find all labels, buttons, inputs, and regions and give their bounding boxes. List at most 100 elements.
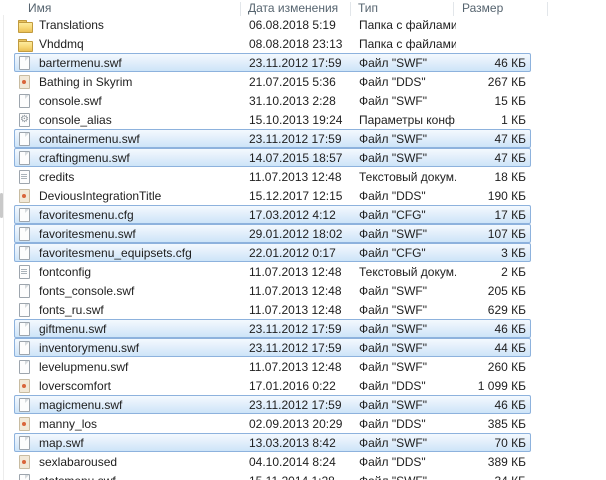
file-size: 389 КБ <box>456 455 532 469</box>
file-date-modified: 13.03.2013 8:42 <box>249 436 359 450</box>
file-type: Файл "DDS" <box>359 189 456 203</box>
file-type: Параметры конф... <box>359 113 456 127</box>
folder-icon <box>17 17 33 33</box>
file-size: 47 КБ <box>456 132 532 146</box>
text-icon <box>17 264 33 280</box>
file-type: Текстовый докум... <box>359 170 456 184</box>
column-header-name[interactable]: Имя <box>28 1 51 15</box>
text-icon <box>17 169 33 185</box>
table-row[interactable]: containermenu.swf 23.11.2012 17:59 Файл … <box>14 129 531 148</box>
table-row[interactable]: statsmenu.swf 15.11.2014 1:28 Файл "SWF"… <box>14 471 531 480</box>
table-row[interactable]: loverscomfort 17.01.2016 0:22 Файл "DDS"… <box>14 376 531 395</box>
file-date-modified: 11.07.2013 12:48 <box>249 170 359 184</box>
table-row[interactable]: levelupmenu.swf 11.07.2013 12:48 Файл "S… <box>14 357 531 376</box>
table-row[interactable]: DeviousIntegrationTitle 15.12.2017 12:15… <box>14 186 531 205</box>
table-row[interactable]: inventorymenu.swf 23.11.2012 17:59 Файл … <box>14 338 531 357</box>
file-size: 385 КБ <box>456 417 532 431</box>
file-size: 70 КБ <box>456 436 532 450</box>
file-name: favoritesmenu_equipsets.cfg <box>39 246 249 260</box>
file-type: Файл "SWF" <box>359 398 456 412</box>
file-size: 3 КБ <box>456 246 532 260</box>
table-row[interactable]: fonts_console.swf 11.07.2013 12:48 Файл … <box>14 281 531 300</box>
file-size: 260 КБ <box>456 360 532 374</box>
table-row[interactable]: Translations 06.08.2018 5:19 Папка с фай… <box>14 15 531 34</box>
dds-icon <box>17 74 33 90</box>
file-name: map.swf <box>39 436 249 450</box>
file-type: Файл "DDS" <box>359 75 456 89</box>
file-type: Файл "SWF" <box>359 227 456 241</box>
file-size: 267 КБ <box>456 75 532 89</box>
column-separator[interactable] <box>350 2 351 16</box>
column-headers: Имя Дата изменения Тип Размер <box>0 0 606 15</box>
file-name: inventorymenu.swf <box>39 341 249 355</box>
table-row[interactable]: Bathing in Skyrim 21.07.2015 5:36 Файл "… <box>14 72 531 91</box>
file-type: Файл "SWF" <box>359 436 456 450</box>
file-type: Файл "DDS" <box>359 417 456 431</box>
file-date-modified: 11.07.2013 12:48 <box>249 360 359 374</box>
file-name: levelupmenu.swf <box>39 360 249 374</box>
file-type: Файл "SWF" <box>359 303 456 317</box>
table-row[interactable]: Vhddmq 08.08.2018 23:13 Папка с файлами <box>14 34 531 53</box>
table-row[interactable]: fonts_ru.swf 11.07.2013 12:48 Файл "SWF"… <box>14 300 531 319</box>
table-row[interactable]: manny_los 02.09.2013 20:29 Файл "DDS" 38… <box>14 414 531 433</box>
config-icon <box>17 112 33 128</box>
file-size: 1 КБ <box>456 113 532 127</box>
file-name: bartermenu.swf <box>39 56 249 70</box>
table-row[interactable]: console_alias 15.10.2013 19:24 Параметры… <box>14 110 531 129</box>
dds-icon <box>17 416 33 432</box>
file-size: 44 КБ <box>456 341 532 355</box>
file-type: Файл "DDS" <box>359 379 456 393</box>
file-size: 190 КБ <box>456 189 532 203</box>
file-date-modified: 06.08.2018 5:19 <box>249 18 359 32</box>
column-separator[interactable] <box>547 2 548 16</box>
column-separator[interactable] <box>240 2 241 16</box>
column-header-size[interactable]: Размер <box>462 1 503 15</box>
file-icon <box>17 302 33 318</box>
file-name: loverscomfort <box>39 379 249 393</box>
file-date-modified: 08.08.2018 23:13 <box>249 37 359 51</box>
file-name: statsmenu.swf <box>39 474 249 480</box>
file-name: magicmenu.swf <box>39 398 249 412</box>
file-name: containermenu.swf <box>39 132 249 146</box>
table-row[interactable]: map.swf 13.03.2013 8:42 Файл "SWF" 70 КБ <box>14 433 531 452</box>
file-name: sexlabaroused <box>39 455 249 469</box>
table-row[interactable]: sexlabaroused 04.10.2014 8:24 Файл "DDS"… <box>14 452 531 471</box>
file-date-modified: 17.03.2012 4:12 <box>249 208 359 222</box>
file-icon <box>17 55 33 71</box>
file-icon <box>17 150 33 166</box>
table-row[interactable]: console.swf 31.10.2013 2:28 Файл "SWF" 1… <box>14 91 531 110</box>
file-date-modified: 23.11.2012 17:59 <box>249 341 359 355</box>
table-row[interactable]: favoritesmenu.cfg 17.03.2012 4:12 Файл "… <box>14 205 531 224</box>
table-row[interactable]: giftmenu.swf 23.11.2012 17:59 Файл "SWF"… <box>14 319 531 338</box>
table-row[interactable]: magicmenu.swf 23.11.2012 17:59 Файл "SWF… <box>14 395 531 414</box>
column-separator[interactable] <box>453 2 454 16</box>
file-date-modified: 23.11.2012 17:59 <box>249 132 359 146</box>
file-name: Bathing in Skyrim <box>39 75 249 89</box>
table-row[interactable]: favoritesmenu_equipsets.cfg 22.01.2012 0… <box>14 243 531 262</box>
file-icon <box>17 340 33 356</box>
folder-icon <box>17 36 33 52</box>
table-row[interactable]: favoritesmenu.swf 29.01.2012 18:02 Файл … <box>14 224 531 243</box>
file-type: Файл "SWF" <box>359 360 456 374</box>
file-icon <box>17 226 33 242</box>
file-name: DeviousIntegrationTitle <box>39 189 249 203</box>
file-name: giftmenu.swf <box>39 322 249 336</box>
file-name: favoritesmenu.cfg <box>39 208 249 222</box>
file-type: Папка с файлами <box>359 37 456 51</box>
column-header-type[interactable]: Тип <box>358 1 378 15</box>
file-size: 46 КБ <box>456 322 532 336</box>
table-row[interactable]: credits 11.07.2013 12:48 Текстовый докум… <box>14 167 531 186</box>
column-header-date-modified[interactable]: Дата изменения <box>248 1 338 15</box>
table-row[interactable]: fontconfig 11.07.2013 12:48 Текстовый до… <box>14 262 531 281</box>
table-row[interactable]: craftingmenu.swf 14.07.2015 18:57 Файл "… <box>14 148 531 167</box>
file-type: Файл "DDS" <box>359 455 456 469</box>
file-date-modified: 11.07.2013 12:48 <box>249 284 359 298</box>
file-name: Vhddmq <box>39 37 249 51</box>
file-date-modified: 23.11.2012 17:59 <box>249 398 359 412</box>
file-type: Файл "SWF" <box>359 94 456 108</box>
file-date-modified: 29.01.2012 18:02 <box>249 227 359 241</box>
file-type: Файл "SWF" <box>359 284 456 298</box>
file-icon <box>17 435 33 451</box>
table-row[interactable]: bartermenu.swf 23.11.2012 17:59 Файл "SW… <box>14 53 531 72</box>
file-type: Файл "CFG" <box>359 208 456 222</box>
